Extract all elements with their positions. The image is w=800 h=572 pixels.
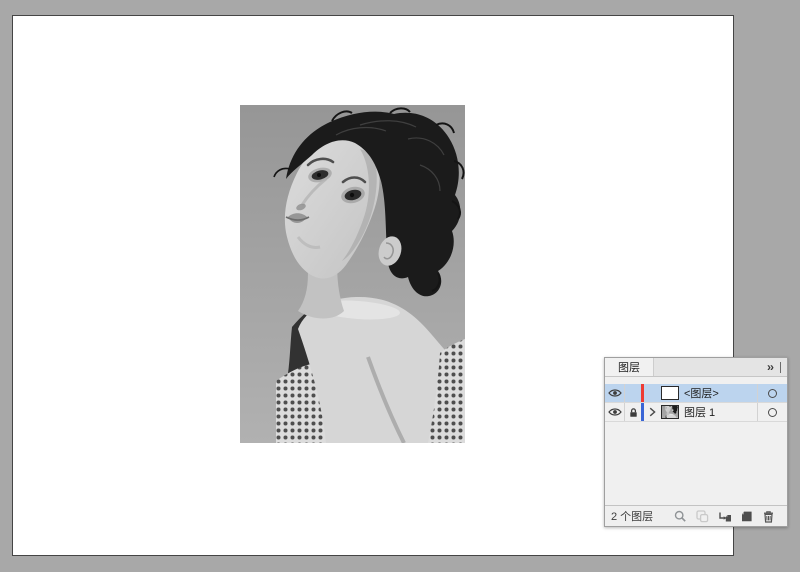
layers-panel-header: 图层 ››: [605, 358, 787, 377]
target-circle-icon[interactable]: [768, 389, 777, 398]
panel-menu-icon[interactable]: [780, 362, 781, 373]
expand-toggle[interactable]: [644, 403, 660, 421]
visibility-toggle[interactable]: [605, 384, 625, 402]
layer-thumbnail-photo: [661, 405, 679, 419]
layer-thumbnail-white-rectangle: [661, 386, 679, 400]
layer-row-layer1[interactable]: 图层 1: [605, 403, 787, 422]
new-layer-icon: [740, 510, 753, 523]
collapse-panel-icon[interactable]: ››: [765, 361, 775, 373]
lock-toggle[interactable]: [625, 384, 641, 402]
visibility-toggle[interactable]: [605, 403, 625, 421]
lock-icon: [629, 407, 638, 418]
trash-icon: [762, 510, 775, 523]
target-circle-icon[interactable]: [768, 408, 777, 417]
tab-layers[interactable]: 图层: [605, 358, 654, 376]
layer-row-sublayer[interactable]: <图层>: [605, 384, 787, 403]
application-window: 图层 ›› <图层>: [0, 0, 800, 572]
new-sublayer-icon: [718, 510, 731, 523]
placed-photo[interactable]: [240, 105, 465, 443]
lock-toggle[interactable]: [625, 403, 641, 421]
magnifier-icon: [674, 510, 687, 523]
eye-icon: [608, 407, 622, 417]
locate-object-button[interactable]: [674, 510, 687, 523]
target-column: [757, 403, 787, 421]
layers-panel-footer: 2 个图层: [605, 505, 787, 526]
layer-name[interactable]: <图层>: [684, 385, 757, 401]
layer-name[interactable]: 图层 1: [684, 404, 757, 420]
chevron-right-icon: [649, 407, 656, 417]
delete-layer-button[interactable]: [762, 510, 775, 523]
new-layer-button[interactable]: [740, 510, 753, 523]
new-sublayer-button[interactable]: [718, 510, 731, 523]
layer-count-status: 2 个图层: [605, 508, 653, 524]
eye-icon: [608, 388, 622, 398]
disclosure-slot: [644, 384, 660, 402]
target-column: [757, 384, 787, 402]
make-clipping-mask-button[interactable]: [696, 510, 709, 523]
portrait-image: [240, 105, 465, 443]
footer-buttons: [674, 510, 787, 523]
layers-list: <图层>: [605, 377, 787, 422]
portrait-thumbnail-image: [662, 406, 678, 418]
layers-panel: 图层 ›› <图层>: [604, 357, 788, 527]
clipping-mask-icon: [696, 510, 709, 523]
